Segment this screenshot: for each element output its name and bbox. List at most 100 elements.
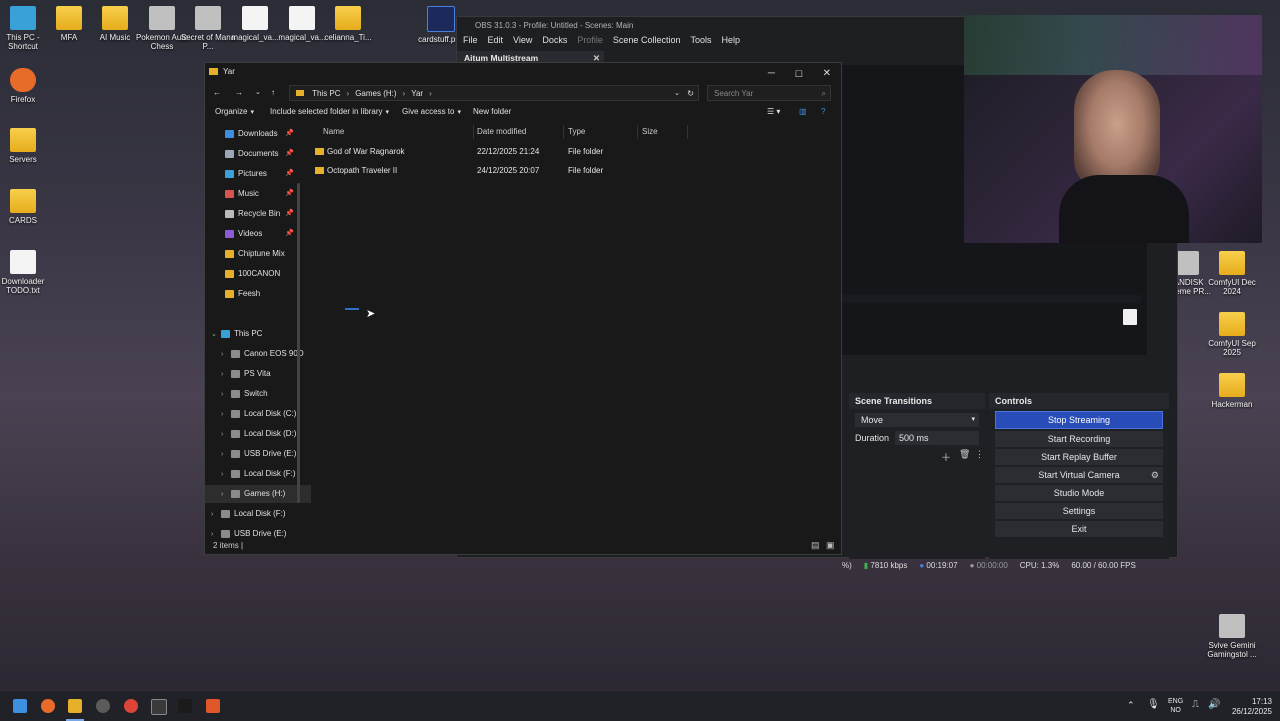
file-row[interactable]: God of War Ragnarok 22/12/2025 21:24 File … bbox=[315, 143, 695, 161]
include-selected-folder-in-library-button[interactable]: Include selected folder in library ▾ bbox=[270, 107, 389, 116]
desktop-icon[interactable]: ComfyUI Dec 2024 bbox=[1203, 251, 1261, 296]
vlc-icon[interactable] bbox=[206, 699, 220, 713]
desktop-icon[interactable]: Servers bbox=[0, 128, 52, 164]
tree-item-ps-vita[interactable]: › PS Vita bbox=[205, 365, 311, 383]
webcam-person-body bbox=[1059, 175, 1189, 243]
chevron-right-icon[interactable]: › bbox=[221, 366, 231, 384]
chevron-right-icon[interactable]: › bbox=[221, 426, 231, 444]
language-indicator[interactable]: ENG NO bbox=[1168, 697, 1183, 715]
maximize-icon[interactable]: ☐ bbox=[795, 65, 803, 83]
obs-menu-edit[interactable]: Edit bbox=[488, 35, 504, 51]
studio-mode-button[interactable]: Studio Mode bbox=[995, 485, 1163, 501]
chevron-up-icon[interactable]: ⌃ bbox=[1127, 700, 1135, 711]
tree-item-switch[interactable]: › Switch bbox=[205, 385, 311, 403]
chevron-right-icon[interactable]: › bbox=[221, 486, 231, 504]
column-type[interactable]: Type bbox=[568, 127, 585, 136]
obs-menu-scene-collection[interactable]: Scene Collection bbox=[613, 35, 681, 51]
organize-button[interactable]: Organize ▾ bbox=[215, 107, 254, 116]
start-icon[interactable] bbox=[13, 699, 27, 713]
back-icon[interactable]: ← bbox=[213, 85, 221, 101]
obs-menu-profile[interactable]: Profile bbox=[577, 35, 603, 51]
tree-item-usb-drive-e-[interactable]: › USB Drive (E:) bbox=[205, 445, 311, 463]
tree-item-games-h-[interactable]: › Games (H:) bbox=[205, 485, 311, 503]
tree-item-local-disk-c-[interactable]: › Local Disk (C:) bbox=[205, 405, 311, 423]
tree-item-this-pc[interactable]: ⌄ This PC bbox=[205, 325, 301, 343]
duration-spinbox[interactable]: 500 ms bbox=[895, 431, 979, 445]
search-box[interactable]: Search Yar ⌕ bbox=[707, 85, 831, 101]
column-name[interactable]: Name bbox=[323, 127, 344, 136]
exit-button[interactable]: Exit bbox=[995, 521, 1163, 537]
add-icon[interactable]: ＋ bbox=[941, 449, 951, 464]
gear-icon[interactable]: ⚙ bbox=[1151, 467, 1159, 483]
tree-item-local-disk-d-[interactable]: › Local Disk (D:) bbox=[205, 425, 311, 443]
breadcrumb-item[interactable]: Yar bbox=[411, 89, 423, 98]
desktop-icon[interactable]: Hackerman bbox=[1203, 373, 1261, 409]
nav-item-documents[interactable]: Documents 📌 bbox=[205, 145, 315, 163]
start-replay-buffer-button[interactable]: Start Replay Buffer bbox=[995, 449, 1163, 465]
new-folder-button[interactable]: New folder bbox=[473, 107, 511, 116]
scene-transitions-dock: Scene Transitions Move ▾ Duration 500 ms… bbox=[849, 393, 985, 559]
desktop-icon[interactable]: ComfyUI Sep 2025 bbox=[1203, 312, 1261, 357]
address-bar[interactable]: This PC › Games (H:) › Yar › ⌄ ↻ bbox=[289, 85, 699, 101]
explorer-window[interactable]: Yar ─ ☐ ✕ ← → ⌄ ↑ This PC › Games (H:) › Yar… bbox=[204, 62, 842, 555]
chevron-right-icon[interactable]: › bbox=[221, 346, 231, 364]
nav-item-downloads[interactable]: Downloads 📌 bbox=[205, 125, 315, 143]
obs-icon[interactable] bbox=[96, 699, 110, 713]
tree-item-local-disk-f-[interactable]: › Local Disk (F:) bbox=[205, 465, 311, 483]
up-icon[interactable]: ↑ bbox=[271, 85, 275, 101]
chevron-right-icon[interactable]: › bbox=[221, 406, 231, 424]
tree-item-canon-eos-90d[interactable]: › Canon EOS 90D bbox=[205, 345, 311, 363]
column-size[interactable]: Size bbox=[642, 127, 658, 136]
file-explorer-icon[interactable] bbox=[68, 699, 82, 713]
nav-scrollbar[interactable] bbox=[297, 183, 300, 503]
obs-menu-docks[interactable]: Docks bbox=[542, 35, 567, 51]
microphone-icon[interactable]: 🎙 bbox=[1147, 699, 1160, 710]
view-icon[interactable]: ☰ ▾ bbox=[767, 107, 780, 116]
give-access-to-button[interactable]: Give access to ▾ bbox=[402, 107, 461, 116]
stop-streaming-button[interactable]: Stop Streaming bbox=[995, 411, 1163, 429]
desktop-icon[interactable]: Svive Gemini Gamingstol ... bbox=[1203, 614, 1261, 659]
close-icon[interactable]: ✕ bbox=[823, 65, 831, 83]
details-view-icon[interactable]: ▤ bbox=[811, 540, 820, 551]
trash-icon[interactable]: 🗑 bbox=[959, 449, 970, 460]
nav-item-pictures[interactable]: Pictures 📌 bbox=[205, 165, 315, 183]
chevron-right-icon[interactable]: › bbox=[211, 506, 221, 524]
start-virtual-camera-button[interactable]: Start Virtual Camera ⚙ bbox=[995, 467, 1163, 483]
app-icon[interactable] bbox=[178, 699, 192, 713]
large-icons-view-icon[interactable]: ▣ bbox=[826, 540, 835, 551]
obs-menu-help[interactable]: Help bbox=[721, 35, 740, 51]
desktop-icon[interactable]: Firefox bbox=[0, 68, 52, 104]
chevron-right-icon[interactable]: › bbox=[221, 386, 231, 404]
network-icon[interactable]: ⎍ bbox=[1192, 699, 1199, 710]
chevron-right-icon[interactable]: › bbox=[221, 466, 231, 484]
more-icon[interactable]: ⋮ bbox=[975, 449, 984, 460]
column-date-modified[interactable]: Date modified bbox=[477, 127, 526, 136]
volume-icon[interactable]: 🔊 bbox=[1208, 699, 1220, 710]
minimize-icon[interactable]: ─ bbox=[768, 65, 775, 83]
chevron-down-icon[interactable]: ⌄ bbox=[674, 86, 680, 102]
desktop-icon[interactable]: Downloader TODO.txt bbox=[0, 250, 52, 295]
recent-chevron-icon[interactable]: ⌄ bbox=[255, 85, 261, 101]
breadcrumb-item[interactable]: Games (H:) bbox=[355, 89, 396, 98]
forward-icon[interactable]: → bbox=[235, 85, 243, 101]
obs-menu-view[interactable]: View bbox=[513, 35, 532, 51]
chrome-icon[interactable] bbox=[124, 699, 138, 713]
refresh-icon[interactable]: ↻ bbox=[687, 86, 694, 102]
help-icon[interactable]: ? bbox=[821, 107, 825, 116]
firefox-icon[interactable] bbox=[41, 699, 55, 713]
chevron-down-icon[interactable]: ⌄ bbox=[211, 326, 221, 344]
obs-menu-file[interactable]: File bbox=[463, 35, 478, 51]
settings-button[interactable]: Settings bbox=[995, 503, 1163, 519]
tree-item-local-disk-f-[interactable]: › Local Disk (F:) bbox=[205, 505, 301, 523]
obs-menu-tools[interactable]: Tools bbox=[690, 35, 711, 51]
desktop-icon[interactable]: CARDS bbox=[0, 189, 52, 225]
preview-pane-icon[interactable]: ▥ bbox=[799, 107, 807, 116]
desktop-icon[interactable]: celianna_Ti... bbox=[319, 6, 377, 42]
transition-select[interactable]: Move ▾ bbox=[855, 413, 979, 427]
file-row[interactable]: Octopath Traveler II 24/12/2025 20:07 File… bbox=[315, 162, 695, 180]
terminal-icon[interactable] bbox=[151, 699, 167, 715]
breadcrumb-item[interactable]: This PC bbox=[312, 89, 340, 98]
chevron-right-icon[interactable]: › bbox=[221, 446, 231, 464]
clock[interactable]: 17:13 26/12/2025 bbox=[1226, 697, 1272, 717]
start-recording-button[interactable]: Start Recording bbox=[995, 431, 1163, 447]
